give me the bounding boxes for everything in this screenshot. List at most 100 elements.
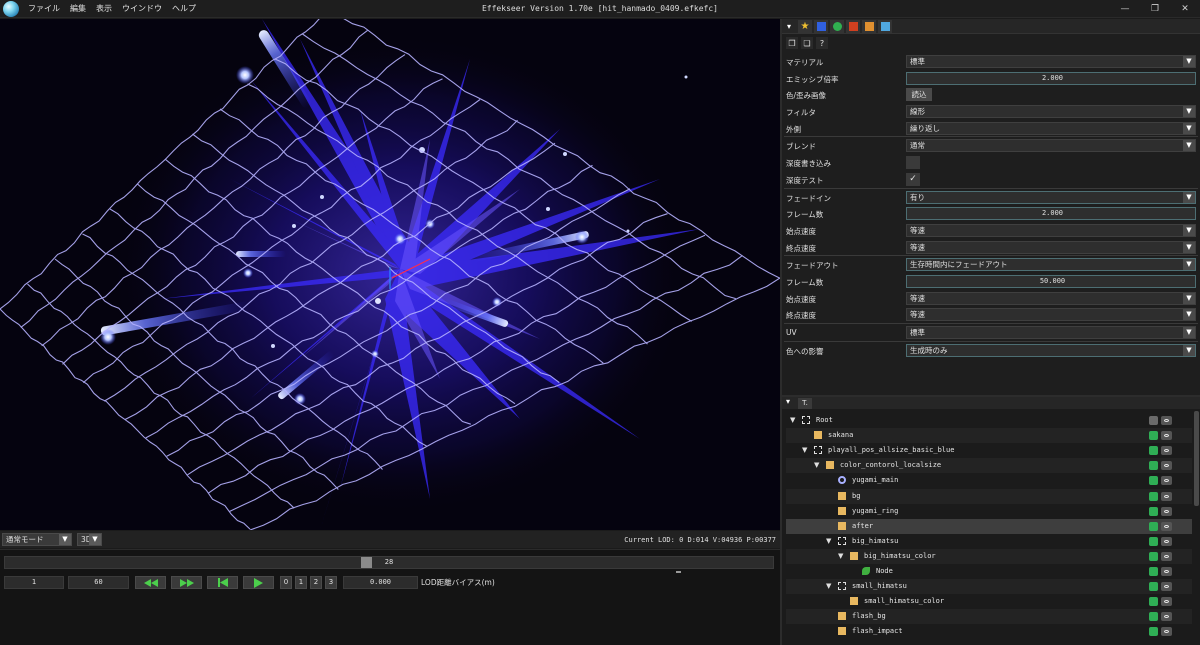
tab-scale[interactable] (846, 20, 860, 33)
property-select[interactable]: 生成時のみ ▼ (906, 343, 1196, 357)
eye-icon[interactable] (1161, 506, 1172, 516)
tree-node[interactable]: bg (786, 488, 1192, 504)
eye-icon[interactable] (1161, 551, 1172, 561)
eye-icon[interactable] (1161, 567, 1172, 576)
restore-icon[interactable]: ❐ (1140, 0, 1170, 18)
property-select[interactable]: 等速 ▼ (906, 291, 1196, 305)
eye-icon[interactable] (1161, 582, 1172, 592)
tab-render-common[interactable] (878, 20, 892, 33)
visibility-toggle[interactable] (1149, 416, 1158, 425)
tab-menu-icon[interactable]: ▾ (782, 20, 796, 33)
paste-icon[interactable]: ❏ (801, 37, 813, 49)
visibility-toggle[interactable] (1149, 567, 1158, 576)
eye-icon[interactable] (1161, 446, 1172, 456)
lod-button-1[interactable]: 1 (295, 576, 307, 589)
tree-node[interactable]: sakana (786, 428, 1192, 444)
tree-node[interactable]: flash_bg (786, 609, 1192, 625)
property-select[interactable]: 繰り返し ▼ (906, 121, 1196, 135)
eye-icon[interactable] (1161, 612, 1172, 622)
eye-icon[interactable] (1161, 521, 1172, 531)
property-select[interactable]: 線形 ▼ (906, 105, 1196, 119)
property-select[interactable]: 通常 ▼ (906, 139, 1196, 153)
node-tree-scrollbar[interactable] (1194, 411, 1199, 506)
property-number-field[interactable]: 50.000 (906, 274, 1196, 288)
visibility-toggle[interactable] (1149, 551, 1158, 561)
lod-button-0[interactable]: 0 (280, 576, 292, 589)
visibility-toggle[interactable] (1149, 431, 1158, 441)
eye-icon[interactable] (1161, 627, 1172, 637)
lod-bias-field[interactable]: 0.000 (343, 576, 418, 589)
start-frame-field[interactable]: 1 (4, 576, 64, 589)
visibility-toggle[interactable] (1149, 597, 1158, 607)
visibility-toggle[interactable] (1149, 491, 1158, 501)
dimension-select[interactable]: 3D ▼ (77, 533, 102, 546)
property-checkbox[interactable]: ✓ (906, 172, 920, 186)
eye-icon[interactable] (1161, 536, 1172, 546)
visibility-toggle[interactable] (1149, 476, 1158, 486)
rewind-button[interactable] (135, 576, 166, 589)
tree-node[interactable]: after (786, 518, 1192, 534)
tab-renderer[interactable] (862, 20, 876, 33)
eye-icon[interactable] (1161, 416, 1172, 425)
property-number-field[interactable]: 2.000 (906, 71, 1196, 85)
visibility-toggle[interactable] (1149, 461, 1158, 471)
property-select[interactable]: 標準 ▼ (906, 326, 1196, 339)
property-number-field[interactable]: 2.000 (906, 207, 1196, 221)
copy-icon[interactable]: ❐ (786, 37, 798, 49)
property-select[interactable]: 等速 ▼ (906, 240, 1196, 254)
view-mode-select[interactable]: 通常モード ▼ (2, 533, 72, 546)
visibility-toggle[interactable] (1149, 612, 1158, 622)
tab-common[interactable]: ★ (798, 20, 812, 33)
end-frame-field[interactable]: 60 (68, 576, 129, 589)
tree-node[interactable]: small_himatsu_color (786, 594, 1192, 609)
tree-node[interactable]: Node (786, 564, 1192, 579)
visibility-toggle[interactable] (1149, 446, 1158, 456)
visibility-toggle[interactable] (1149, 506, 1158, 516)
expand-toggle-icon[interactable]: ▼ (814, 461, 822, 469)
eye-icon[interactable] (1161, 476, 1172, 486)
expand-toggle-icon[interactable]: ▼ (826, 537, 834, 545)
effect-viewport[interactable] (0, 19, 780, 530)
tree-node[interactable]: yugami_main (786, 473, 1192, 488)
eye-icon[interactable] (1161, 491, 1172, 501)
load-image-button[interactable]: 読込 (906, 88, 932, 102)
expand-toggle-icon[interactable]: ▼ (790, 416, 798, 424)
tree-node[interactable]: flash_impact (786, 624, 1192, 639)
tab-menu-icon[interactable]: ▾ (786, 397, 790, 406)
minimize-icon[interactable]: — (1110, 0, 1140, 18)
lod-button-3[interactable]: 3 (325, 576, 337, 589)
eye-icon[interactable] (1161, 461, 1172, 471)
visibility-toggle[interactable] (1149, 627, 1158, 637)
tree-node[interactable]: ▼ big_himatsu_color (786, 548, 1192, 564)
expand-toggle-icon[interactable]: ▼ (838, 552, 846, 560)
property-select[interactable]: 標準 ▼ (906, 55, 1196, 68)
eye-icon[interactable] (1161, 431, 1172, 441)
tab-node-tree[interactable]: T. (798, 398, 812, 409)
visibility-toggle[interactable] (1149, 536, 1158, 546)
expand-toggle-icon[interactable]: ▼ (826, 582, 834, 590)
frame-slider[interactable]: 28 (4, 556, 774, 569)
tree-node[interactable]: ▼ playall_pos_allsize_basic_blue (786, 443, 1192, 458)
lod-button-2[interactable]: 2 (310, 576, 322, 589)
tab-location[interactable] (814, 20, 828, 33)
tree-node[interactable]: ▼ Root (786, 413, 1192, 428)
play-button[interactable] (243, 576, 274, 589)
tab-rotation[interactable] (830, 20, 844, 33)
property-select[interactable]: 生存時間内にフェードアウト ▼ (906, 258, 1196, 272)
help-icon[interactable]: ? (816, 37, 828, 49)
visibility-toggle[interactable] (1149, 521, 1158, 531)
skip-to-start-button[interactable] (207, 576, 238, 589)
property-select[interactable]: 有り ▼ (906, 190, 1196, 204)
property-checkbox[interactable] (906, 156, 920, 170)
visibility-toggle[interactable] (1149, 582, 1158, 592)
property-select[interactable]: 等速 ▼ (906, 223, 1196, 237)
fast-forward-button[interactable] (171, 576, 202, 589)
eye-icon[interactable] (1161, 597, 1172, 607)
close-icon[interactable]: ✕ (1170, 0, 1200, 18)
property-select[interactable]: 等速 ▼ (906, 308, 1196, 322)
tree-node[interactable]: ▼ small_himatsu (786, 579, 1192, 595)
tree-node[interactable]: ▼ big_himatsu (786, 534, 1192, 549)
expand-toggle-icon[interactable]: ▼ (802, 446, 810, 454)
tree-node[interactable]: yugami_ring (786, 504, 1192, 519)
tree-node[interactable]: ▼ color_contorol_localsize (786, 458, 1192, 474)
